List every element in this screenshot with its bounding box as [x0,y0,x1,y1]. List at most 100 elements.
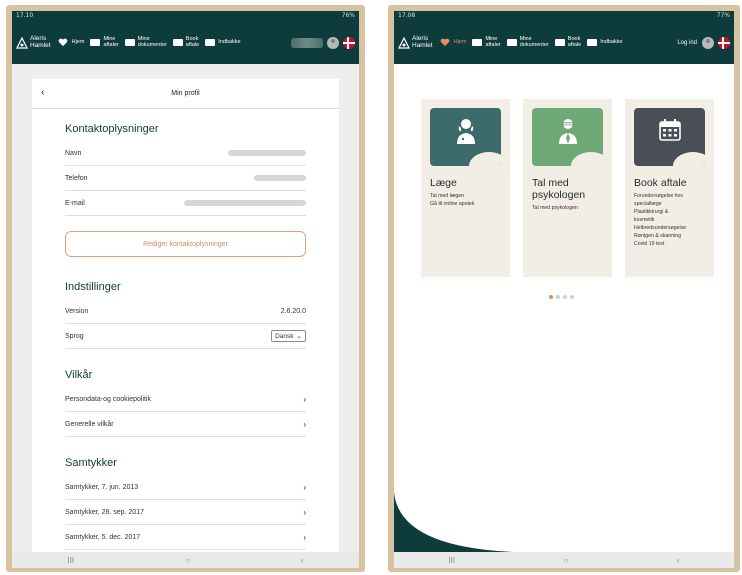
language-select[interactable]: Dansk ⌄ [271,330,306,342]
avatar[interactable] [327,36,339,49]
terms-label: Persondata-og cookiepolitik [65,395,151,403]
chevron-right-icon: › [303,419,306,429]
tile-icon-bg [532,108,603,166]
profile-page: ‹ Min profil Kontaktoplysninger Navn Tel… [12,64,359,552]
blurred-user-name [291,37,323,48]
folder-icon [90,39,101,46]
consent-label: Samtykker, 28. sep. 2017 [65,508,144,516]
blurred-value [228,150,306,156]
decorative-wave [394,492,514,552]
recent-apps-button[interactable]: III [67,556,74,565]
contact-label: Navn [65,149,82,157]
service-tiles: Læge Tal med lægen Gå til online apotek [421,99,714,277]
consent-item[interactable]: Samtykker, 5. dec. 2017 › [65,525,306,550]
tile-subtitle: Tal med lægen Gå til online apotek [430,193,475,207]
terms-item-general[interactable]: Generelle vilkår › [65,412,306,437]
tile-title: Tal med psykologen [532,177,586,201]
system-navigation-bar: III ○ ‹ [12,552,359,568]
female-doctor-icon [457,119,475,144]
nav-appointments[interactable]: Mine aftaler [90,36,119,48]
profile-card: ‹ Min profil Kontaktoplysninger Navn Tel… [32,79,339,552]
version-value: 2.6.20.0 [280,307,306,315]
home-button[interactable]: ○ [185,556,190,565]
inbox-icon [205,39,216,46]
aleris-logo[interactable]: Aleris Hamlet [398,35,433,49]
battery-level: 77% [716,12,730,19]
nav-book[interactable]: Book aftale [554,36,582,48]
avatar[interactable] [702,36,714,49]
nav-inbox[interactable]: Indbakke [205,38,241,46]
chevron-down-icon: ⌄ [296,333,302,340]
chevron-right-icon: › [303,532,306,542]
contact-row-name: Navn [65,141,306,166]
contact-row-email: E-mail [65,191,306,216]
tile-doctor[interactable]: Læge Tal med lægen Gå til online apotek [421,99,510,277]
nav-appointments-label: Mine aftaler [103,36,119,48]
status-time: 17.10 [16,12,34,19]
status-bar: 17.10 76% [12,11,359,21]
consent-label: Samtykker, 5. dec. 2017 [65,533,141,541]
home-page: Læge Tal med lægen Gå til online apotek [394,64,734,552]
tile-icon-bg [634,108,705,166]
consent-label: Samtykker, 7. jun. 2013 [65,483,139,491]
profile-header: ‹ Min profil [32,79,339,109]
tile-subtitle: Forundersøgelse hos speciallæge Plastikk… [634,193,687,247]
blurred-value [254,175,306,181]
folder-icon [554,39,565,46]
nav-home[interactable]: Hjem [439,38,466,47]
system-navigation-bar: III ○ ‹ [394,552,734,568]
language-value: Dansk [275,332,294,340]
carousel-dot[interactable] [570,295,574,299]
chevron-right-icon: › [303,482,306,492]
consent-section-title: Samtykker [65,457,117,469]
nav-book-label: Book aftale [185,36,200,48]
tile-icon-bg [430,108,501,166]
danish-flag-icon[interactable] [718,36,730,49]
edit-contact-button[interactable]: Rediger kontaktoplysninger [65,231,306,257]
danish-flag-icon[interactable] [343,36,355,49]
nav-documents[interactable]: Mine dokumenter [506,36,549,48]
nav-documents[interactable]: Mine dokumenter [124,36,167,48]
login-link[interactable]: Log ind [677,40,697,46]
nav-inbox-label: Indbakke [600,38,623,45]
version-label: Version [65,307,89,315]
terms-item-privacy[interactable]: Persondata-og cookiepolitik › [65,387,306,412]
home-button[interactable]: ○ [564,556,569,565]
nav-documents-label: Mine dokumenter [137,36,167,48]
left-screen: 17.10 76% Aleris Hamlet Hjem Mine aftale… [12,11,359,568]
settings-section-title: Indstillinger [65,281,121,293]
tile-psychologist[interactable]: Tal med psykologen Tal med psykologen [523,99,612,277]
carousel-dot[interactable] [549,295,553,299]
consent-item[interactable]: Samtykker, 7. jun. 2013 › [65,475,306,500]
carousel-dot[interactable] [556,295,560,299]
left-tablet-frame: 17.10 76% Aleris Hamlet Hjem Mine aftale… [6,5,365,572]
folder-icon [124,39,135,46]
nav-appointments-label: Mine aftaler [485,36,501,48]
nav-book-label: Book aftale [567,36,582,48]
nav-home[interactable]: Hjem [57,38,84,47]
back-button[interactable]: ‹ [301,556,304,565]
carousel-dot[interactable] [563,295,567,299]
chevron-right-icon: › [303,394,306,404]
male-psychologist-icon [559,119,577,144]
nav-book[interactable]: Book aftale [172,36,200,48]
back-arrow-icon[interactable]: ‹ [41,87,44,98]
heart-icon [440,38,449,47]
nav-documents-label: Mine dokumenter [519,36,549,48]
nav-inbox-label: Indbakke [218,38,241,45]
consent-item[interactable]: Samtykker, 28. sep. 2017 › [65,500,306,525]
battery-level: 76% [341,12,355,19]
contact-section-title: Kontaktoplysninger [65,123,159,135]
nav-inbox[interactable]: Indbakke [587,38,623,46]
aleris-logo[interactable]: Aleris Hamlet [16,35,51,49]
carousel-indicator [549,295,574,299]
version-row: Version 2.6.20.0 [65,299,306,324]
back-button[interactable]: ‹ [677,556,680,565]
right-screen: 17.08 77% Aleris Hamlet Hjem Mine aftale… [394,11,734,568]
recent-apps-button[interactable]: III [448,556,455,565]
nav-appointments[interactable]: Mine aftaler [472,36,501,48]
right-tablet-frame: 17.08 77% Aleris Hamlet Hjem Mine aftale… [388,5,740,572]
folder-icon [472,39,483,46]
logo-icon [398,36,410,49]
tile-book[interactable]: Book aftale Forundersøgelse hos speciall… [625,99,714,277]
